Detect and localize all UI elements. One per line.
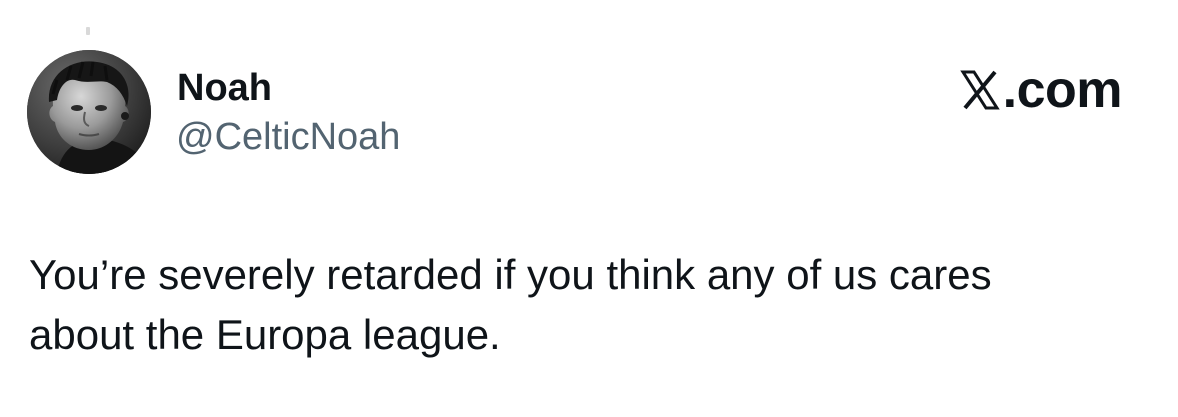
avatar[interactable]: [27, 50, 151, 174]
x-com-brand: .com: [958, 61, 1123, 119]
tweet-card: Noah @CelticNoah .com You’re severely re…: [0, 0, 1178, 417]
top-edge-mark: [86, 27, 90, 35]
x-logo-icon: [958, 68, 1002, 112]
tweet-body-text: You’re severely retarded if you think an…: [29, 251, 992, 358]
avatar-photo-icon: [27, 50, 151, 174]
author-display-name[interactable]: Noah: [177, 66, 272, 110]
author-handle[interactable]: @CelticNoah: [176, 114, 400, 160]
brand-domain-text: .com: [1002, 61, 1123, 119]
